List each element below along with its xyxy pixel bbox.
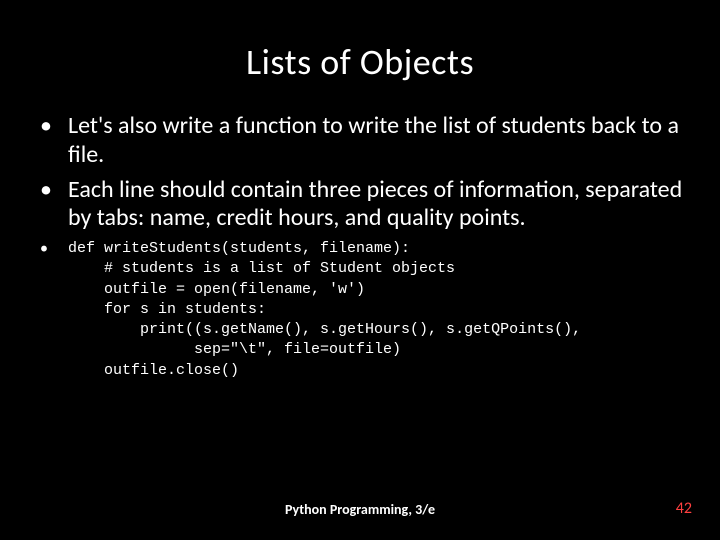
bullet-item: Each line should contain three pieces of… [30,176,690,234]
footer-text: Python Programming, 3/e [0,501,720,518]
code-block: def writeStudents(students, filename): #… [68,239,690,381]
slide-title: Lists of Objects [30,40,690,84]
slide: Lists of Objects Let's also write a func… [0,0,720,540]
bullet-item: Let's also write a function to write the… [30,112,690,170]
code-bullet: def writeStudents(students, filename): #… [30,239,690,381]
bullet-list: Let's also write a function to write the… [30,112,690,381]
page-number: 42 [676,499,692,518]
